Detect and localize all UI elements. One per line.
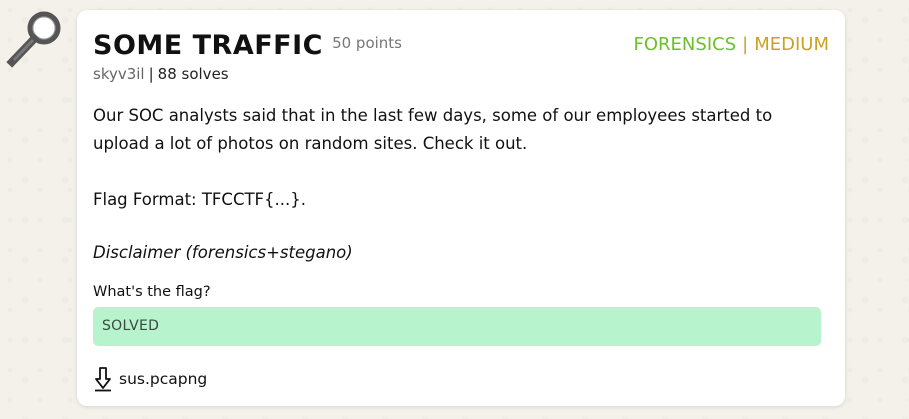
challenge-description: Our SOC analysts said that in the last f… (93, 102, 829, 214)
challenge-tags: FORENSICS | MEDIUM (634, 34, 829, 55)
challenge-author: skyv3il (93, 65, 145, 83)
challenge-points: 50 points (332, 34, 402, 52)
description-text: Our SOC analysts said that in the last f… (93, 106, 773, 153)
category-tag: FORENSICS (633, 34, 737, 55)
challenge-meta: skyv3il | 88 solves (93, 65, 229, 83)
download-icon (93, 366, 113, 392)
tag-separator: | (742, 34, 749, 55)
attachment-link[interactable]: sus.pcapng (93, 366, 207, 392)
magnifier-icon (2, 8, 68, 70)
difficulty-tag: MEDIUM (754, 34, 829, 55)
disclaimer-text: Disclaimer (forensics+stegano) (93, 243, 353, 262)
solves-count: 88 solves (157, 65, 229, 83)
attachment-filename[interactable]: sus.pcapng (119, 370, 207, 388)
challenge-card: SOME TRAFFIC 50 points FORENSICS | MEDIUM … (77, 10, 845, 406)
challenge-header: SOME TRAFFIC 50 points FORENSICS | MEDIUM (93, 30, 829, 61)
meta-separator: | (148, 65, 154, 83)
flag-question: What's the flag? (93, 284, 211, 300)
flag-format-text: Flag Format: TFCCTF{...}. (93, 190, 307, 209)
challenge-title: SOME TRAFFIC (93, 30, 323, 61)
solved-status-bar: SOLVED (93, 307, 821, 346)
solved-status-text: SOLVED (102, 318, 160, 334)
